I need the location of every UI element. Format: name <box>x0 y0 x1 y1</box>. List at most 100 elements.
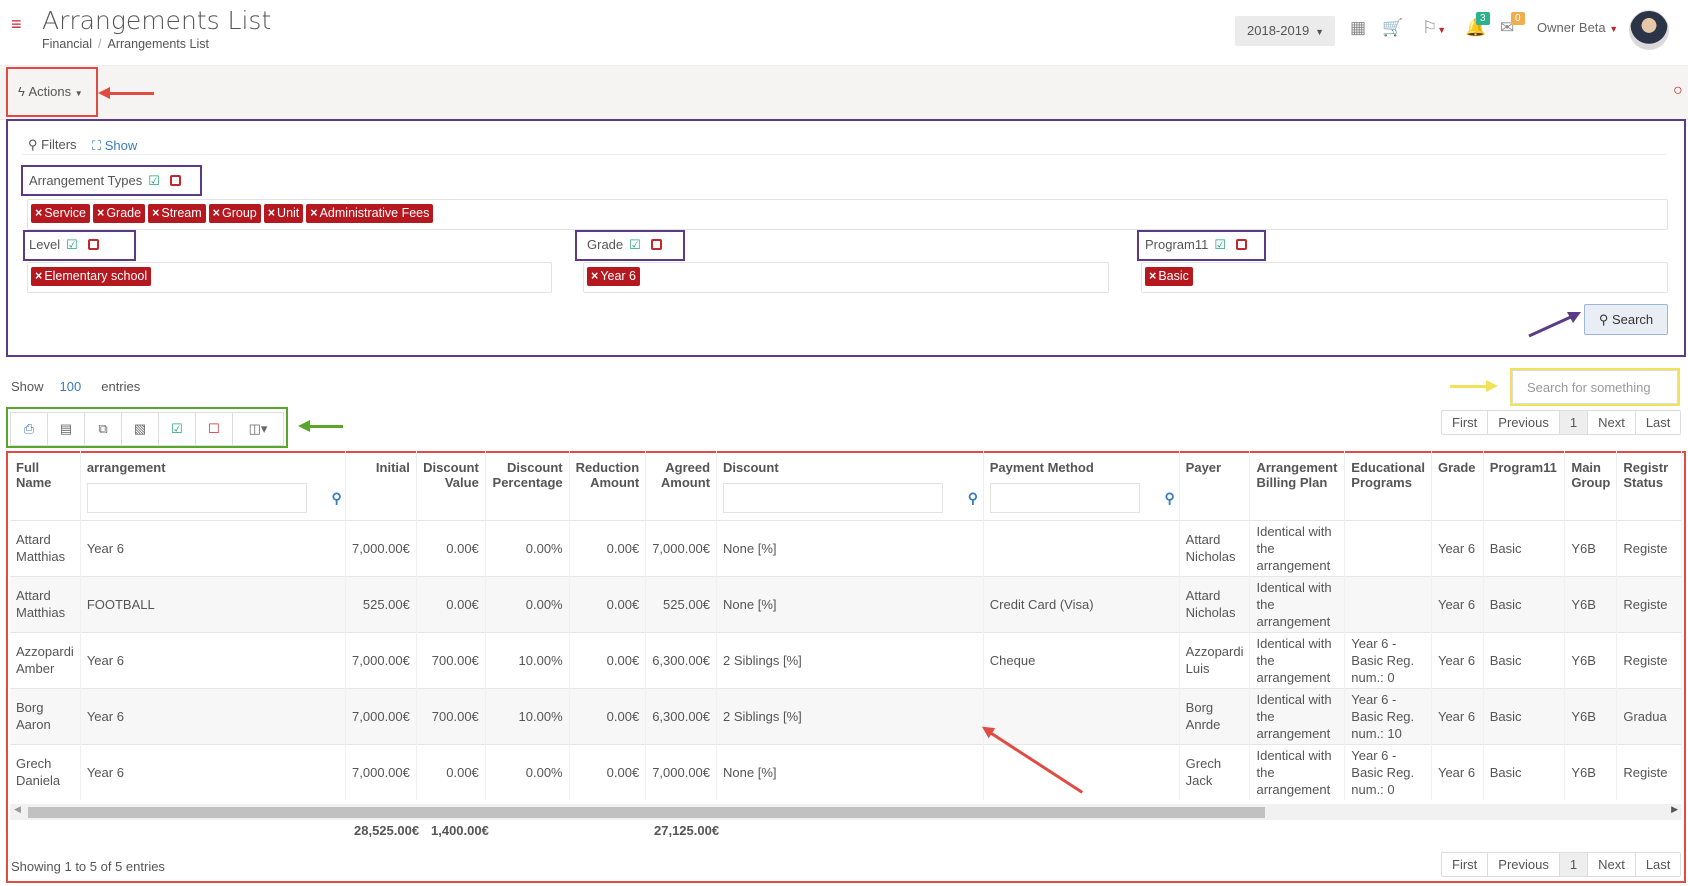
avatar[interactable] <box>1629 10 1669 50</box>
arrangement-filter-input[interactable]: ⚲ <box>86 483 342 513</box>
remove-icon[interactable]: × <box>268 206 275 220</box>
table-row[interactable]: Attard Matthias Year 6 7,000.00€ 0.00€ 0.00%… <box>10 519 1682 576</box>
table-cell: 7,000.00€ <box>345 631 417 688</box>
col-arrangement[interactable]: arrangement ⚲ <box>80 451 346 520</box>
breadcrumb-financial[interactable]: Financial <box>42 37 92 51</box>
flag-icon[interactable]: ⚐▼ <box>1422 18 1446 38</box>
tag-unit[interactable]: × Unit <box>263 204 304 223</box>
page-previous[interactable]: Previous <box>1488 853 1560 876</box>
annotation-arrow <box>1450 380 1498 392</box>
table-cell: Azzopardi Luis <box>1179 631 1251 688</box>
search-icon[interactable]: ○ <box>1673 82 1683 100</box>
search-icon[interactable]: ⚲ <box>332 490 342 507</box>
scroll-right-icon[interactable]: ▶ <box>1671 804 1678 815</box>
page-last[interactable]: Last <box>1636 411 1681 434</box>
remove-icon[interactable]: × <box>310 206 317 220</box>
table-cell <box>983 519 1180 576</box>
col-program[interactable]: Program11 <box>1483 451 1566 520</box>
col-registration-status[interactable]: Registr Status <box>1616 451 1682 520</box>
page-1[interactable]: 1 <box>1559 411 1589 434</box>
scroll-left-icon[interactable]: ◀ <box>14 804 21 815</box>
table-cell: 0.00€ <box>569 519 647 576</box>
col-main-group[interactable]: Main Group <box>1564 451 1618 520</box>
col-discount[interactable]: Discount ⚲ <box>716 451 984 520</box>
col-discount-value[interactable]: Discount Value <box>416 451 486 520</box>
user-menu[interactable]: Owner Beta ▼ <box>1537 20 1618 35</box>
tag-grade[interactable]: × Grade <box>93 204 146 223</box>
table-row[interactable]: Attard Matthias FOOTBALL 525.00€ 0.00€ 0.00%… <box>10 575 1682 632</box>
col-label: Discount <box>723 460 779 475</box>
col-discount-percentage[interactable]: Discount Percentage <box>485 451 570 520</box>
table-cell: Year 6 <box>1431 575 1484 632</box>
top-bar: ≡ Arrangements List Financial / Arrangemen… <box>0 0 1688 66</box>
col-payment-method[interactable]: Payment Method ⚲ <box>983 451 1180 520</box>
col-label: arrangement <box>86 460 166 475</box>
remove-icon[interactable]: × <box>35 269 42 283</box>
table-cell: Y6B <box>1564 631 1618 688</box>
col-billing-plan[interactable]: Arrangement Billing Plan <box>1249 451 1346 520</box>
table-row[interactable]: Borg Aaron Year 6 7,000.00€ 700.00€ 10.00% 0.… <box>10 687 1682 744</box>
divider <box>22 154 1667 155</box>
page-next[interactable]: Next <box>1588 411 1636 434</box>
col-payer[interactable]: Payer <box>1179 451 1251 520</box>
annotation-box <box>575 230 685 261</box>
table-cell: Azzopardi Amber <box>10 631 81 688</box>
page-last[interactable]: Last <box>1636 853 1681 876</box>
breadcrumb-current: Arrangements List <box>107 37 209 51</box>
entries-select[interactable]: 100 <box>60 379 82 394</box>
remove-icon[interactable]: × <box>1149 269 1156 283</box>
payment-method-filter-input[interactable]: ⚲ <box>989 483 1175 513</box>
page-next[interactable]: Next <box>1588 853 1636 876</box>
remove-icon[interactable]: × <box>152 206 159 220</box>
level-field[interactable]: × Elementary school <box>27 262 552 293</box>
table-cell: Basic <box>1483 519 1566 576</box>
discount-filter-input[interactable]: ⚲ <box>723 483 978 513</box>
program-field[interactable]: × Basic <box>1141 262 1668 293</box>
filters-show-toggle[interactable]: ⛶ Show <box>92 138 137 154</box>
tag-group[interactable]: × Group <box>208 204 261 223</box>
search-icon[interactable]: ⚲ <box>1165 490 1175 507</box>
annotation-arrow <box>98 87 154 99</box>
table-cell: 525.00€ <box>645 575 718 632</box>
col-agreed-amount[interactable]: Agreed Amount <box>645 451 718 520</box>
building-icon[interactable]: ▦ <box>1350 18 1366 38</box>
grade-field[interactable]: × Year 6 <box>583 262 1109 293</box>
table-cell: Y6B <box>1564 519 1618 576</box>
page-1[interactable]: 1 <box>1559 853 1589 876</box>
horizontal-scrollbar[interactable]: ◀ ▶ <box>10 804 1682 820</box>
table-cell: Year 6 <box>80 519 346 576</box>
search-button[interactable]: ⚲ Search <box>1584 304 1668 335</box>
remove-icon[interactable]: × <box>591 269 598 283</box>
col-educational-programs[interactable]: Educational Programs <box>1344 451 1432 520</box>
tag-service[interactable]: × Service <box>31 204 90 223</box>
tag-elementary-school[interactable]: × Elementary school <box>31 267 152 286</box>
table-row[interactable]: Azzopardi Amber Year 6 7,000.00€ 700.00€ 10.… <box>10 631 1682 688</box>
table-cell: 7,000.00€ <box>645 743 718 800</box>
annotation-box <box>6 67 98 117</box>
remove-icon[interactable]: × <box>97 206 104 220</box>
col-initial[interactable]: Initial <box>345 451 417 520</box>
arrangement-types-field[interactable]: × Service × Grade × Stream × Group × Unit × Adminis… <box>27 199 1668 230</box>
tag-administrative-fees[interactable]: × Administrative Fees <box>306 204 434 223</box>
table-row[interactable]: Grech Daniela Year 6 7,000.00€ 0.00€ 0.00% 0.… <box>10 743 1682 800</box>
tag-basic[interactable]: × Basic <box>1145 267 1193 286</box>
tag-stream[interactable]: × Stream <box>148 204 206 223</box>
page-first[interactable]: First <box>1442 853 1489 876</box>
col-grade[interactable]: Grade <box>1431 451 1484 520</box>
table-cell: 0.00% <box>485 575 570 632</box>
remove-icon[interactable]: × <box>213 206 220 220</box>
tag-year-6[interactable]: × Year 6 <box>587 267 640 286</box>
scroll-thumb[interactable] <box>28 807 1265 818</box>
table-cell: Cheque <box>983 631 1180 688</box>
search-icon[interactable]: ⚲ <box>968 490 978 507</box>
year-selector[interactable]: 2018-2019 ▼ <box>1235 16 1335 46</box>
cart-icon[interactable]: 🛒 <box>1382 18 1403 38</box>
col-reduction-amount[interactable]: Reduction Amount <box>569 451 647 520</box>
hamburger-menu-icon[interactable]: ≡ <box>11 15 22 33</box>
table-search-input[interactable]: Search for something <box>1512 370 1678 404</box>
page-first[interactable]: First <box>1442 411 1489 434</box>
page-previous[interactable]: Previous <box>1488 411 1560 434</box>
col-full-name[interactable]: Full Name <box>10 451 81 520</box>
table-header-row: Full Name arrangement ⚲ Initial Discount … <box>10 451 1682 520</box>
remove-icon[interactable]: × <box>35 206 42 220</box>
